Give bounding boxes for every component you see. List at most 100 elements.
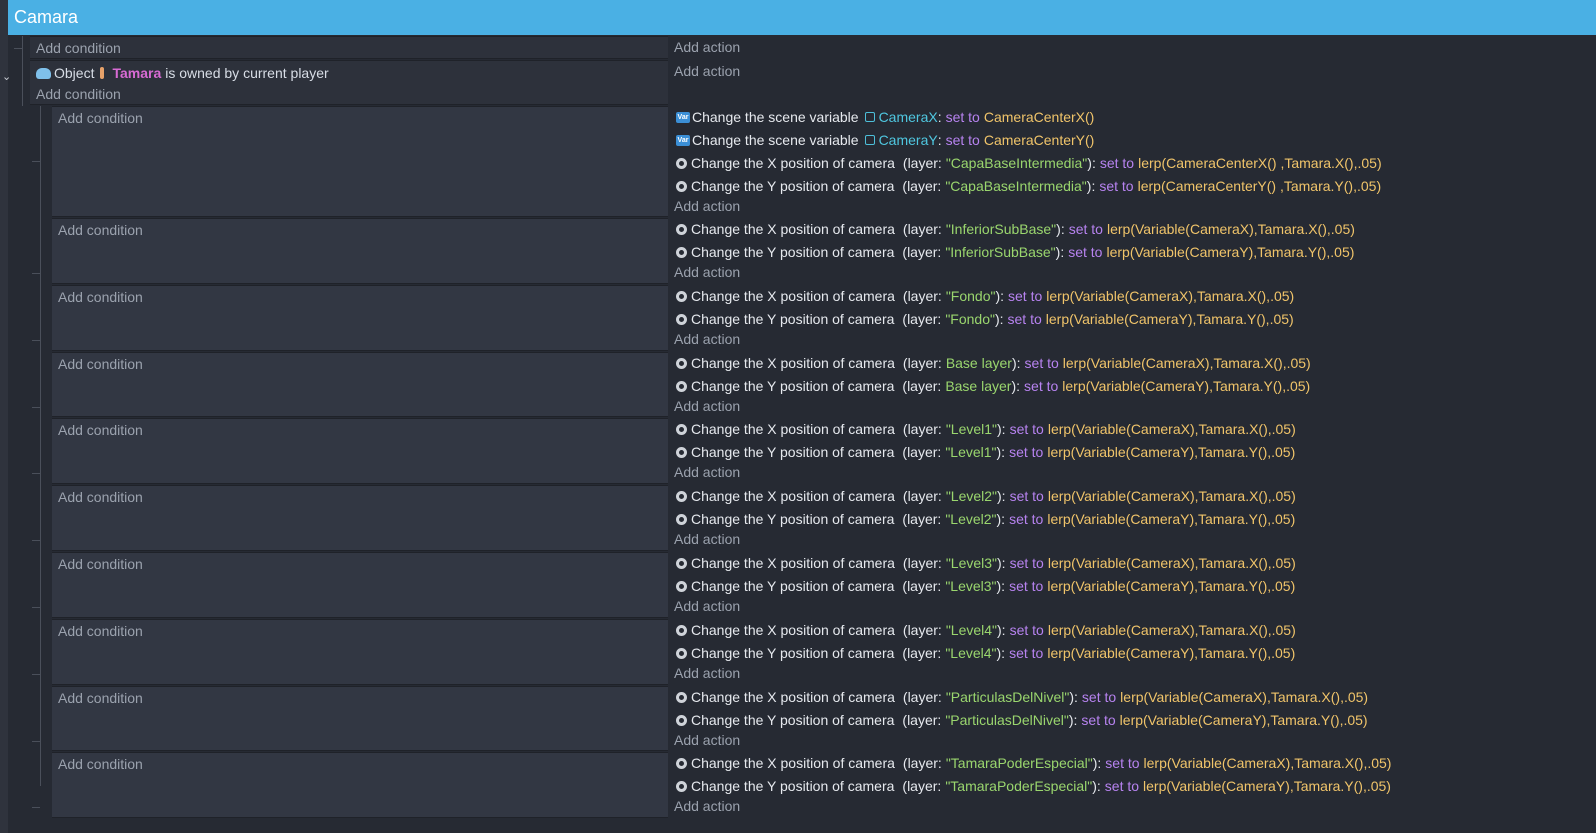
add-condition-link[interactable]: Add condition (58, 422, 143, 438)
variable-name[interactable]: CameraY (879, 132, 938, 148)
variable-name[interactable]: CameraX (879, 109, 938, 125)
expression-value[interactable]: lerp(Variable(CameraY),Tamara.Y(),.05) (1120, 712, 1368, 728)
layer-name[interactable]: "CapaBaseIntermedia" (946, 155, 1087, 171)
add-condition-link[interactable]: Add condition (58, 690, 143, 706)
action-change-camera-position[interactable]: Change the X position of camera (layer: "L… (676, 620, 1296, 640)
event-conditions[interactable] (52, 352, 668, 417)
expression-value[interactable]: lerp(Variable(CameraY),Tamara.Y(),.05) (1046, 311, 1294, 327)
layer-name[interactable]: "InferiorSubBase" (945, 244, 1055, 260)
layer-name[interactable]: "InferiorSubBase" (946, 221, 1056, 237)
add-action-link[interactable]: Add action (674, 264, 740, 280)
add-condition-link[interactable]: Add condition (58, 623, 143, 639)
action-change-camera-position[interactable]: Change the Y position of camera (layer: "C… (676, 176, 1381, 196)
layer-name[interactable]: "ParticulasDelNivel" (946, 689, 1070, 705)
action-change-camera-position[interactable]: Change the Y position of camera (layer: "L… (676, 442, 1295, 462)
add-action-link[interactable]: Add action (674, 464, 740, 480)
action-change-camera-position[interactable]: Change the Y position of camera (layer: Ba… (676, 376, 1310, 396)
expression-value[interactable]: lerp(Variable(CameraY),Tamara.Y(),.05) (1047, 511, 1295, 527)
expression-value[interactable]: lerp(Variable(CameraX),Tamara.X(),.05) (1063, 355, 1311, 371)
group-title[interactable]: Camara (8, 0, 1596, 35)
expression-value[interactable]: lerp(Variable(CameraY),Tamara.Y(),.05) (1143, 778, 1391, 794)
add-condition-link[interactable]: Add condition (58, 289, 143, 305)
add-action-link[interactable]: Add action (674, 63, 740, 79)
expression-value[interactable]: lerp(Variable(CameraY),Tamara.Y(),.05) (1047, 444, 1295, 460)
action-change-camera-position[interactable]: Change the X position of camera (layer: "T… (676, 753, 1391, 773)
expression-value[interactable]: lerp(Variable(CameraX),Tamara.X(),.05) (1144, 755, 1392, 771)
layer-name[interactable]: "Level2" (945, 511, 996, 527)
layer-name[interactable]: "Level1" (945, 444, 996, 460)
expression-value[interactable]: CameraCenterX() (984, 109, 1094, 125)
action-change-camera-position[interactable]: Change the X position of camera (layer: "L… (676, 486, 1296, 506)
event-conditions[interactable] (52, 686, 668, 751)
layer-name[interactable]: "Level3" (945, 578, 996, 594)
layer-name[interactable]: "TamaraPoderEspecial" (945, 778, 1092, 794)
add-action-link[interactable]: Add action (674, 665, 740, 681)
action-change-camera-position[interactable]: Change the X position of camera (layer: "L… (676, 419, 1296, 439)
layer-name[interactable]: "Fondo" (946, 288, 996, 304)
expression-value[interactable]: lerp(Variable(CameraX),Tamara.X(),.05) (1107, 221, 1355, 237)
action-change-camera-position[interactable]: Change the X position of camera (layer: Ba… (676, 353, 1311, 373)
action-change-camera-position[interactable]: Change the X position of camera (layer: "P… (676, 687, 1368, 707)
event-conditions[interactable] (52, 552, 668, 618)
action-change-camera-position[interactable]: Change the Y position of camera (layer: "I… (676, 242, 1354, 262)
event-conditions[interactable] (52, 285, 668, 351)
action-change-camera-position[interactable]: Change the X position of camera (layer: "L… (676, 553, 1296, 573)
add-action-link[interactable]: Add action (674, 531, 740, 547)
layer-name[interactable]: "Level4" (946, 622, 997, 638)
add-action-link[interactable]: Add action (674, 798, 740, 814)
add-action-link[interactable]: Add action (674, 398, 740, 414)
layer-name[interactable]: "CapaBaseIntermedia" (945, 178, 1086, 194)
add-action-link[interactable]: Add action (674, 732, 740, 748)
add-condition-link[interactable]: Add condition (58, 222, 143, 238)
layer-name[interactable]: Base layer (946, 355, 1012, 371)
expression-value[interactable]: lerp(Variable(CameraY),Tamara.Y(),.05) (1106, 244, 1354, 260)
expression-value[interactable]: lerp(Variable(CameraX),Tamara.X(),.05) (1120, 689, 1368, 705)
add-action-link[interactable]: Add action (674, 598, 740, 614)
expression-value[interactable]: lerp(Variable(CameraX),Tamara.X(),.05) (1048, 555, 1296, 571)
layer-name[interactable]: "Fondo" (945, 311, 995, 327)
add-condition-link[interactable]: Add condition (58, 110, 143, 126)
expression-value[interactable]: lerp(CameraCenterY() ,Tamara.Y(),.05) (1138, 178, 1382, 194)
layer-name[interactable]: "Level4" (945, 645, 996, 661)
action-change-camera-position[interactable]: Change the X position of camera (layer: "F… (676, 286, 1294, 306)
action-change-camera-position[interactable]: Change the X position of camera (layer: "C… (676, 153, 1382, 173)
add-condition-link[interactable]: Add condition (36, 86, 121, 102)
add-action-link[interactable]: Add action (674, 331, 740, 347)
action-change-variable[interactable]: Var Change the scene variable CameraY: set … (676, 130, 1094, 150)
event-conditions[interactable] (52, 218, 668, 284)
action-change-camera-position[interactable]: Change the Y position of camera (layer: "P… (676, 710, 1368, 730)
action-change-variable[interactable]: Var Change the scene variable CameraX: set … (676, 107, 1094, 127)
expression-value[interactable]: lerp(CameraCenterX() ,Tamara.X(),.05) (1138, 155, 1382, 171)
layer-name[interactable]: "Level1" (946, 421, 997, 437)
action-change-camera-position[interactable]: Change the X position of camera (layer: "I… (676, 219, 1355, 239)
action-change-camera-position[interactable]: Change the Y position of camera (layer: "F… (676, 309, 1294, 329)
add-condition-link[interactable]: Add condition (58, 756, 143, 772)
layer-name[interactable]: "TamaraPoderEspecial" (946, 755, 1093, 771)
add-condition-link[interactable]: Add condition (58, 356, 143, 372)
expression-value[interactable]: lerp(Variable(CameraY),Tamara.Y(),.05) (1047, 645, 1295, 661)
action-change-camera-position[interactable]: Change the Y position of camera (layer: "L… (676, 576, 1295, 596)
expression-value[interactable]: lerp(Variable(CameraY),Tamara.Y(),.05) (1047, 578, 1295, 594)
add-condition-link[interactable]: Add condition (58, 489, 143, 505)
add-condition-link[interactable]: Add condition (58, 556, 143, 572)
expression-value[interactable]: lerp(Variable(CameraX),Tamara.X(),.05) (1048, 622, 1296, 638)
action-change-camera-position[interactable]: Change the Y position of camera (layer: "L… (676, 643, 1295, 663)
layer-name[interactable]: "Level2" (946, 488, 997, 504)
expression-value[interactable]: lerp(Variable(CameraX),Tamara.X(),.05) (1048, 488, 1296, 504)
expression-value[interactable]: CameraCenterY() (984, 132, 1094, 148)
expression-value[interactable]: lerp(Variable(CameraX),Tamara.X(),.05) (1046, 288, 1294, 304)
action-change-camera-position[interactable]: Change the Y position of camera (layer: "L… (676, 509, 1295, 529)
add-action-link[interactable]: Add action (674, 39, 740, 55)
action-change-camera-position[interactable]: Change the Y position of camera (layer: "T… (676, 776, 1391, 796)
layer-name[interactable]: Base layer (945, 378, 1011, 394)
event-conditions[interactable] (52, 619, 668, 685)
event-conditions[interactable] (52, 418, 668, 484)
chevron-down-icon[interactable]: ⌄ (2, 72, 12, 83)
layer-name[interactable]: "ParticulasDelNivel" (945, 712, 1069, 728)
add-action-link[interactable]: Add action (674, 198, 740, 214)
event-conditions[interactable] (52, 106, 668, 217)
object-name[interactable]: Tamara (112, 65, 161, 81)
expression-value[interactable]: lerp(Variable(CameraX),Tamara.X(),.05) (1048, 421, 1296, 437)
layer-name[interactable]: "Level3" (946, 555, 997, 571)
condition-owned-by-player[interactable]: Object Tamara is owned by current player (36, 63, 329, 83)
